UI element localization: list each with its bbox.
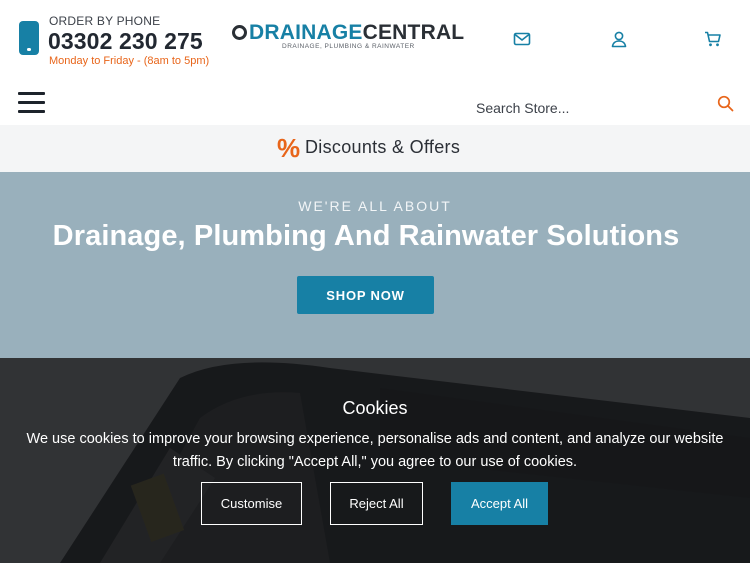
mail-icon[interactable] (513, 30, 531, 48)
cookie-description: We use cookies to improve your browsing … (26, 431, 724, 470)
hero-banner: WE'RE ALL ABOUT Drainage, Plumbing And R… (0, 172, 750, 358)
accept-all-button[interactable]: Accept All (451, 482, 548, 525)
customise-cookies-button[interactable]: Customise (201, 482, 302, 525)
phone-icon (19, 21, 39, 55)
discounts-offers-bar[interactable]: % Discounts & Offers (0, 125, 750, 172)
hero-kicker: WE'RE ALL ABOUT (298, 198, 452, 214)
logo-tagline: DRAINAGE, PLUMBING & RAINWATER (282, 43, 415, 50)
hamburger-menu-icon[interactable] (18, 92, 45, 114)
cart-icon[interactable] (704, 30, 722, 48)
search-input[interactable] (476, 96, 706, 120)
logo-text-central: CENTRAL (362, 21, 465, 44)
logo-ring-icon (232, 25, 247, 40)
order-by-phone-label: ORDER BY PHONE (49, 14, 161, 28)
discounts-offers-label: Discounts & Offers (305, 137, 461, 157)
shop-now-button[interactable]: SHOP NOW (297, 276, 434, 314)
cookie-title: Cookies (342, 398, 408, 418)
search-icon[interactable] (717, 95, 734, 112)
site-logo[interactable]: DRAINAGECENTRAL DRAINAGE, PLUMBING & RAI… (232, 21, 464, 55)
site-header: ORDER BY PHONE 03302 230 275 Monday to F… (0, 0, 750, 82)
phone-number-link[interactable]: 03302 230 275 (48, 28, 203, 55)
cookie-consent-banner: Cookies We use cookies to improve your b… (0, 358, 750, 563)
logo-text-drainage: DRAINAGE (249, 21, 363, 44)
user-icon[interactable] (610, 30, 628, 48)
reject-all-button[interactable]: Reject All (330, 482, 423, 525)
opening-hours: Monday to Friday - (8am to 5pm) (49, 55, 210, 67)
hero-title: Drainage, Plumbing And Rainwater Solutio… (52, 220, 680, 252)
percent-icon: % (277, 133, 301, 163)
